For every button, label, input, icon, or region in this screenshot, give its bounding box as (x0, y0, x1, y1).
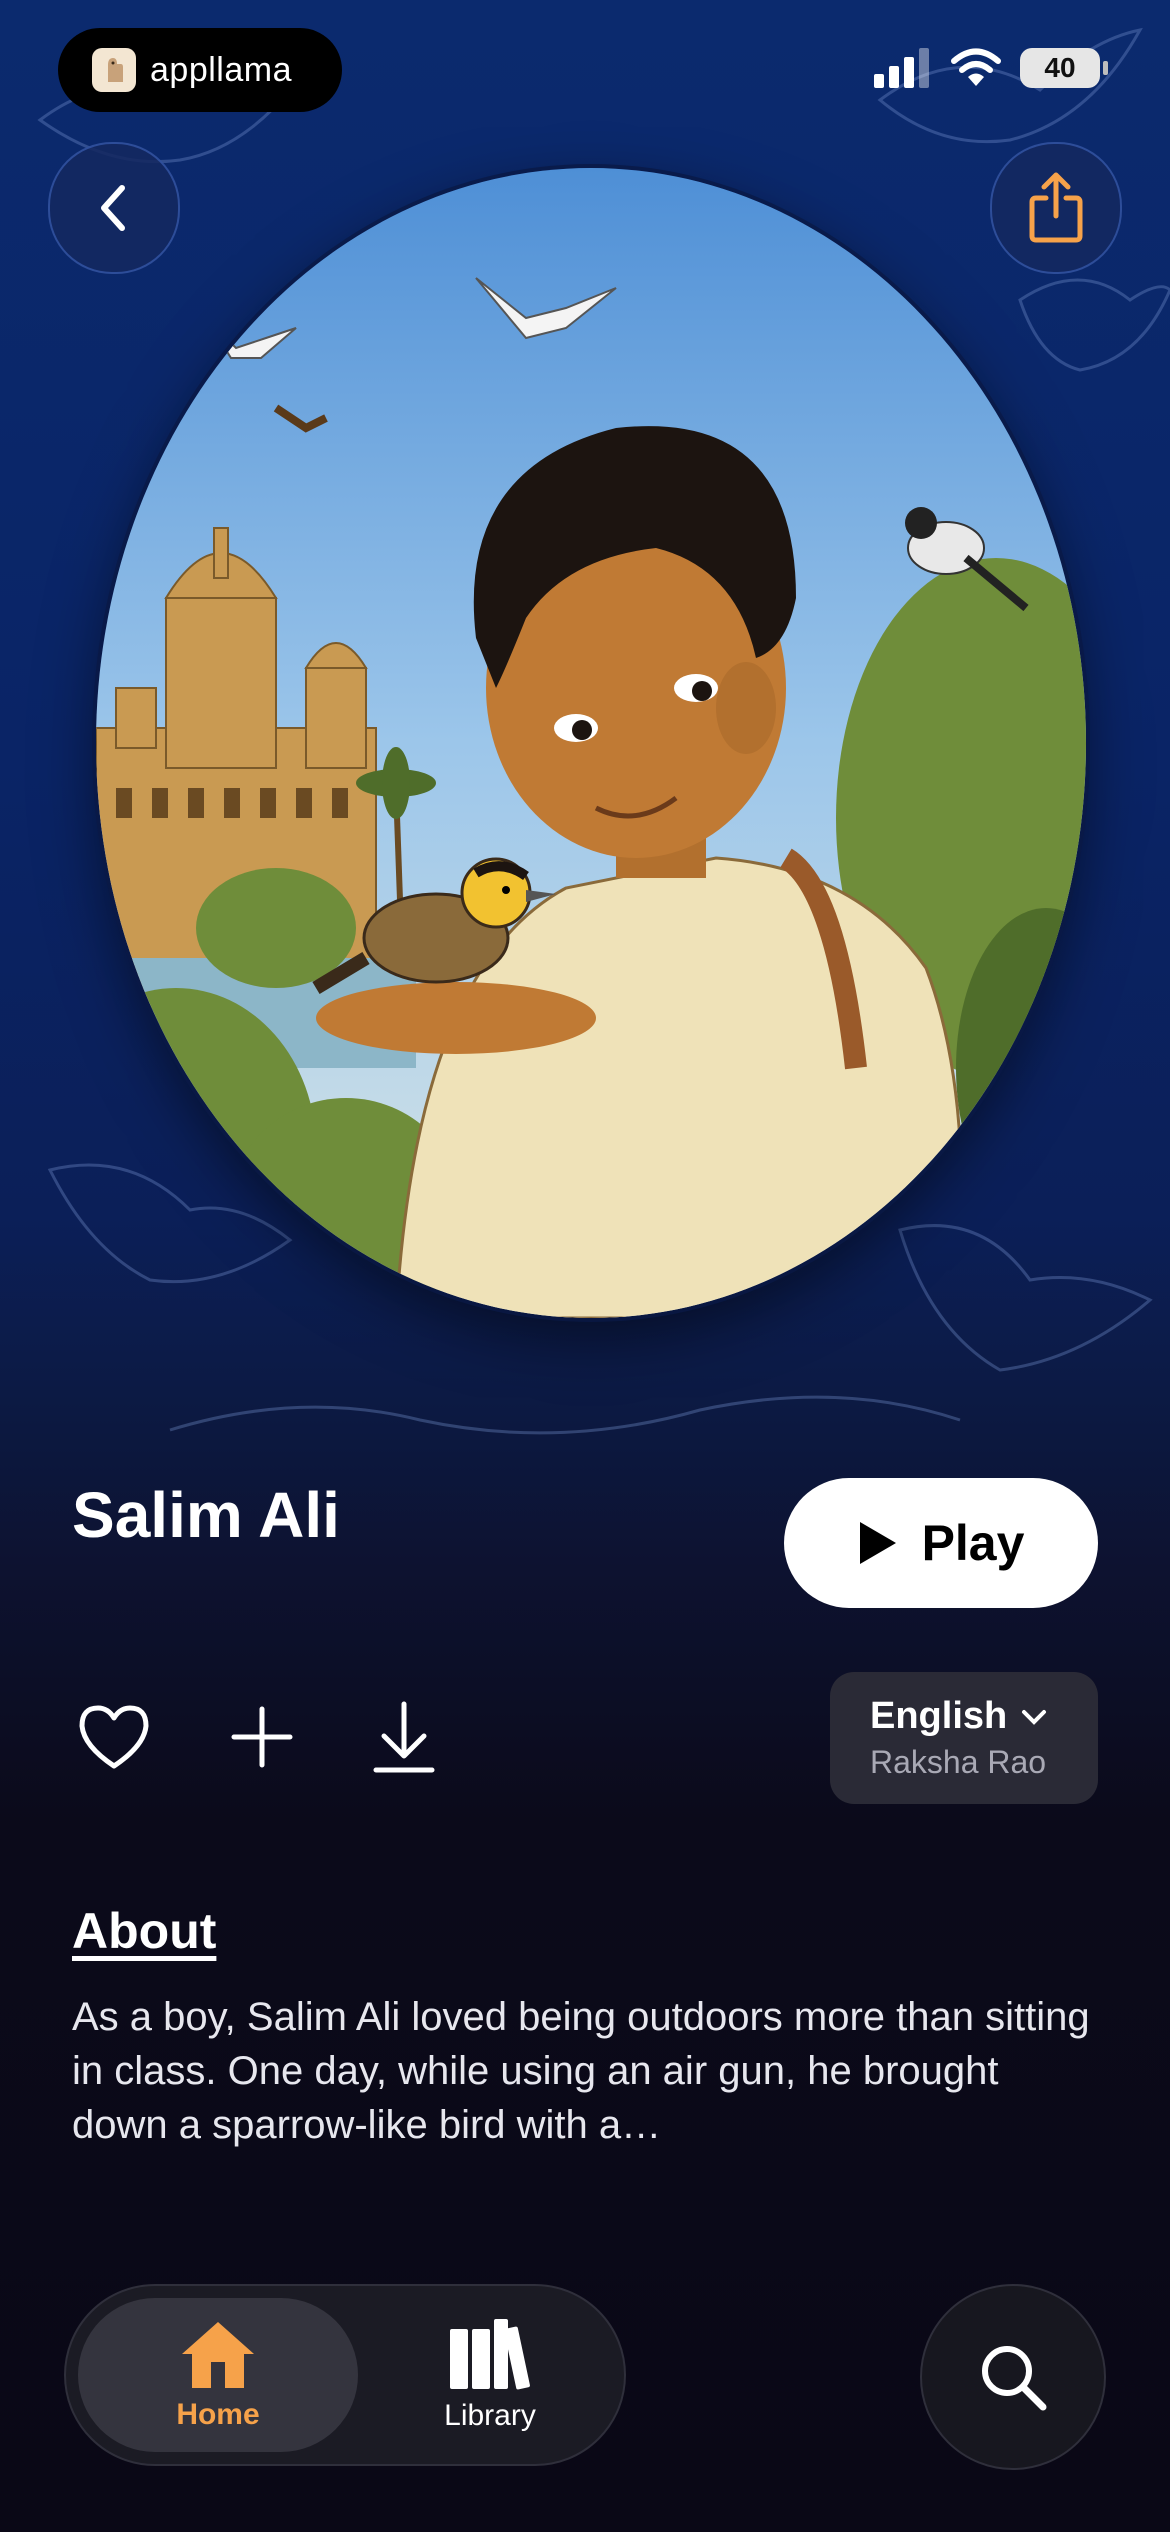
chevron-left-icon (101, 185, 125, 231)
story-actions (76, 1700, 436, 1779)
back-button[interactable] (48, 142, 180, 274)
download-icon (373, 1701, 435, 1773)
favorite-button[interactable] (76, 1702, 152, 1777)
search-button[interactable] (920, 2284, 1106, 2470)
language-label: English (870, 1695, 1008, 1737)
heart-icon (79, 1705, 149, 1769)
tab-library-label: Library (444, 2399, 536, 2432)
play-label: Play (921, 1515, 1025, 1571)
share-icon (1029, 172, 1083, 243)
plus-icon (231, 1706, 293, 1768)
language-row: English (870, 1695, 1098, 1738)
add-to-library-button[interactable] (230, 1705, 294, 1774)
battery-indicator: 40 (1020, 48, 1108, 88)
narrator-name: Raksha Rao (870, 1744, 1047, 1780)
download-button[interactable] (372, 1700, 436, 1779)
brand-name: appllama (150, 50, 292, 89)
cellular-signal-icon (874, 48, 929, 88)
share-button[interactable] (990, 142, 1122, 274)
tab-home[interactable]: Home (78, 2298, 358, 2452)
house-icon (182, 2322, 254, 2388)
books-icon (450, 2319, 530, 2390)
brand-pill: appllama (58, 28, 342, 112)
tab-bar: Home Library (64, 2284, 626, 2466)
search-icon (982, 2346, 1047, 2411)
tab-library[interactable]: Library (366, 2298, 614, 2452)
story-title: Salim Ali (72, 1479, 340, 1551)
language-selector[interactable]: English Raksha Rao (830, 1672, 1098, 1804)
play-button[interactable]: Play (784, 1478, 1098, 1608)
about-description[interactable]: As a boy, Salim Ali loved being outdoors… (72, 1990, 1102, 2152)
about-heading[interactable]: About (72, 1902, 216, 1960)
wifi-icon (951, 48, 1001, 86)
chevron-down-icon (1022, 1709, 1047, 1725)
llama-logo-icon (92, 48, 136, 92)
status-indicators: 40 (874, 48, 1108, 88)
cover-illustration (96, 168, 1086, 1318)
tab-home-label: Home (176, 2398, 260, 2431)
play-icon (859, 1522, 896, 1564)
